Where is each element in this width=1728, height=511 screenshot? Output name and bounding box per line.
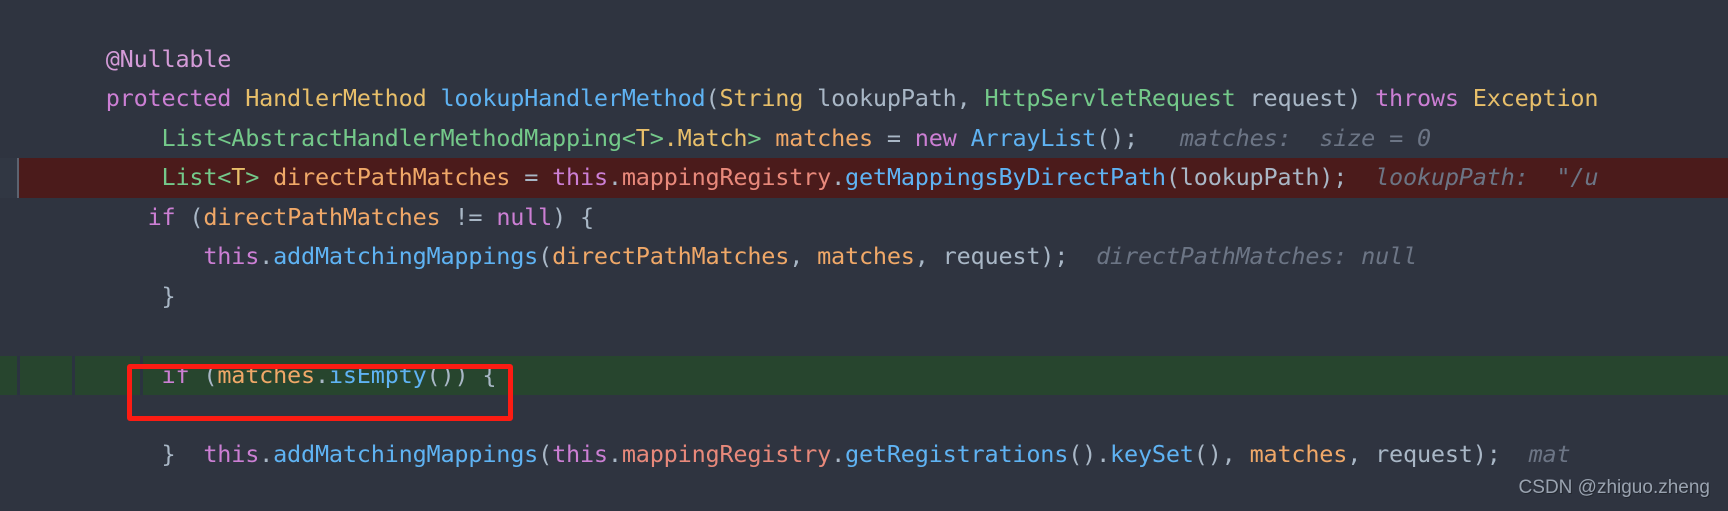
gutter-divider-1 xyxy=(17,355,20,395)
code-line-text: this.addMatchingMappings(directPathMatch… xyxy=(203,242,1417,270)
code-line-text: this.addMatchingMappings(this.mappingReg… xyxy=(203,439,1571,468)
gutter-divider-2 xyxy=(72,355,75,395)
code-editor-screenshot: @Nullable protected HandlerMethod lookup… xyxy=(0,0,1728,511)
inline-debug-hint: lookupPath: "/u xyxy=(1375,163,1599,191)
inline-debug-hint: matches: size = 0 xyxy=(1179,123,1431,152)
code-line-annotation[interactable]: @Nullable xyxy=(0,0,1728,73)
code-line-if-matches-isempty[interactable]: if (matches.isEmpty()) { xyxy=(0,316,1728,389)
code-line-close-brace-2[interactable]: } xyxy=(0,395,1728,468)
code-line-text: @Nullable xyxy=(105,44,232,73)
code-line-method-signature[interactable]: protected HandlerMethod lookupHandlerMet… xyxy=(0,40,1728,112)
code-line-text: List<T> directPathMatches = this.mapping… xyxy=(161,163,1599,191)
code-line-blank[interactable] xyxy=(0,277,1728,317)
code-line-text: } xyxy=(161,439,176,468)
code-line-text: List<AbstractHandlerMethodMapping<T>.Mat… xyxy=(161,123,1432,152)
editor-code-area[interactable]: @Nullable protected HandlerMethod lookup… xyxy=(0,0,1728,511)
code-line-text: } xyxy=(161,281,176,310)
inline-debug-hint: mat xyxy=(1528,439,1571,468)
code-line-text: protected HandlerMethod lookupHandlerMet… xyxy=(105,84,1599,112)
code-line-text: if (directPathMatches != null) { xyxy=(147,202,595,231)
code-line-text: if (matches.isEmpty()) { xyxy=(161,360,497,389)
csdn-watermark: CSDN @zhiguo.zheng xyxy=(1518,477,1710,498)
inline-debug-hint: directPathMatches: null xyxy=(1096,242,1417,270)
